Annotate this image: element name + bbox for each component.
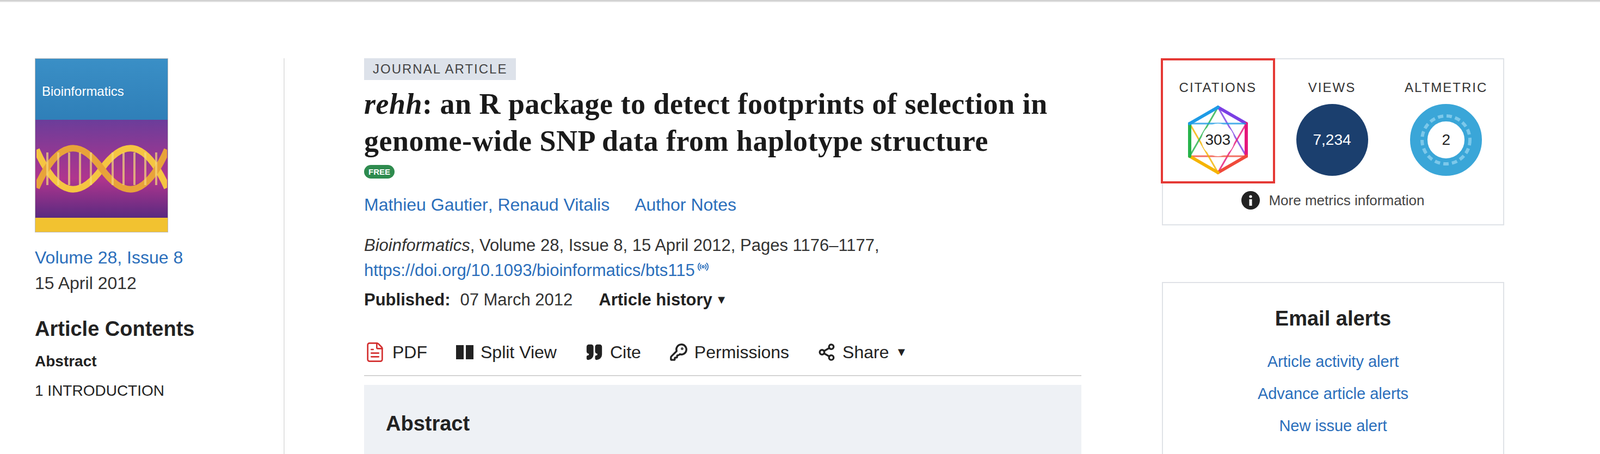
views-badge[interactable]: 7,234 (1296, 103, 1369, 176)
more-metrics-link[interactable]: More metrics information (1241, 191, 1425, 210)
pdf-button[interactable]: PDF (364, 341, 428, 363)
split-view-icon (455, 343, 475, 361)
metrics-row: CITATIONS 303 VIEWS 7,234 ALTMETRIC 2 (1162, 59, 1504, 184)
issue-date: 15 April 2012 (34, 273, 284, 294)
email-alerts-heading: Email alerts (1275, 306, 1392, 331)
altmetric-badge[interactable]: 2 (1410, 103, 1482, 176)
metric-label: ALTMETRIC (1404, 80, 1488, 96)
abstract-section: Abstract (364, 384, 1082, 454)
metric[interactable]: ALTMETRIC 2 (1388, 58, 1504, 184)
pdf-icon (364, 341, 386, 363)
email-alert-link[interactable]: Advance article alerts (1257, 377, 1409, 410)
citation-line: Bioinformatics, Volume 28, Issue 8, 15 A… (364, 235, 880, 256)
broadcast-icon (697, 260, 710, 273)
quote-icon (585, 342, 604, 362)
metrics-card: CITATIONS 303 VIEWS 7,234 ALTMETRIC 2 More met… (1161, 58, 1505, 226)
caret: ▼ (715, 292, 728, 307)
metric[interactable]: VIEWS 7,234 (1275, 58, 1390, 184)
author-link[interactable]: Renaud Vitalis (497, 194, 610, 215)
contents-item[interactable]: 1 INTRODUCTION (34, 382, 284, 400)
metric[interactable]: CITATIONS 303 (1160, 58, 1276, 184)
article-page: Bioinformatics Volume 28, Issue 8 15 April… (0, 2, 1600, 454)
article-main: JOURNAL ARTICLE rehh: an R package to det… (364, 58, 1082, 454)
dna-helix-icon (36, 127, 168, 210)
key-icon (669, 342, 688, 362)
doi-line: https://doi.org/10.1093/bioinformatics/b… (364, 260, 710, 281)
metric-value: 2 (1441, 131, 1451, 149)
top-rule (0, 0, 1600, 3)
article-type-badge: JOURNAL ARTICLE (364, 58, 516, 80)
article-history-button[interactable]: Article history▼ (598, 290, 728, 310)
cover-title: Bioinformatics (35, 58, 168, 120)
contents-item[interactable]: Abstract (34, 352, 284, 371)
volume-link[interactable]: Volume 28, Issue 8 (34, 247, 284, 268)
left-sidebar: Bioinformatics Volume 28, Issue 8 15 April… (34, 58, 285, 454)
metric-label: CITATIONS (1179, 80, 1257, 96)
email-alert-link[interactable]: New issue alert (1278, 409, 1387, 442)
published-line: Published: 07 March 2012 Article history▼ (364, 290, 728, 310)
caret: ▼ (895, 345, 908, 360)
key-button[interactable]: Permissions (669, 342, 790, 363)
article-toolbar: PDF Split View Cite Permissions Share▼ (364, 341, 1082, 377)
split-button[interactable]: Split View (455, 342, 557, 363)
metric-value: 303 (1204, 131, 1231, 149)
contents-heading: Article Contents (34, 317, 284, 341)
article-title: rehh: an R package to detect footprints … (364, 85, 1082, 160)
right-sidebar: CITATIONS 303 VIEWS 7,234 ALTMETRIC 2 More met… (1161, 58, 1505, 454)
authors-row: Mathieu Gautier, Renaud Vitalis Author No… (364, 194, 737, 215)
journal-cover[interactable]: Bioinformatics (34, 58, 169, 233)
cover-art (35, 119, 168, 218)
cite-button[interactable]: Cite (585, 342, 642, 363)
published-label: Published: (364, 290, 451, 310)
doi-link[interactable]: https://doi.org/10.1093/bioinformatics/b… (364, 260, 695, 281)
metric-value: 7,234 (1312, 131, 1351, 149)
email-alert-link[interactable]: Article activity alert (1267, 345, 1400, 378)
published-date: 07 March 2012 (459, 290, 573, 310)
email-alerts-card: Email alerts Article activity alertAdvanc… (1161, 281, 1505, 454)
share-icon (817, 342, 836, 362)
share-button[interactable]: Share▼ (817, 342, 908, 363)
info-icon (1241, 191, 1260, 210)
dimensions-badge[interactable]: 303 (1182, 103, 1254, 176)
cover-footer (35, 217, 168, 232)
author-notes-link[interactable]: Author Notes (634, 194, 737, 215)
author-link[interactable]: Mathieu Gautier (364, 194, 489, 215)
author-separator: , (488, 194, 498, 215)
metric-label: VIEWS (1308, 80, 1356, 96)
free-badge: FREE (364, 164, 395, 179)
abstract-heading: Abstract (385, 411, 1060, 436)
